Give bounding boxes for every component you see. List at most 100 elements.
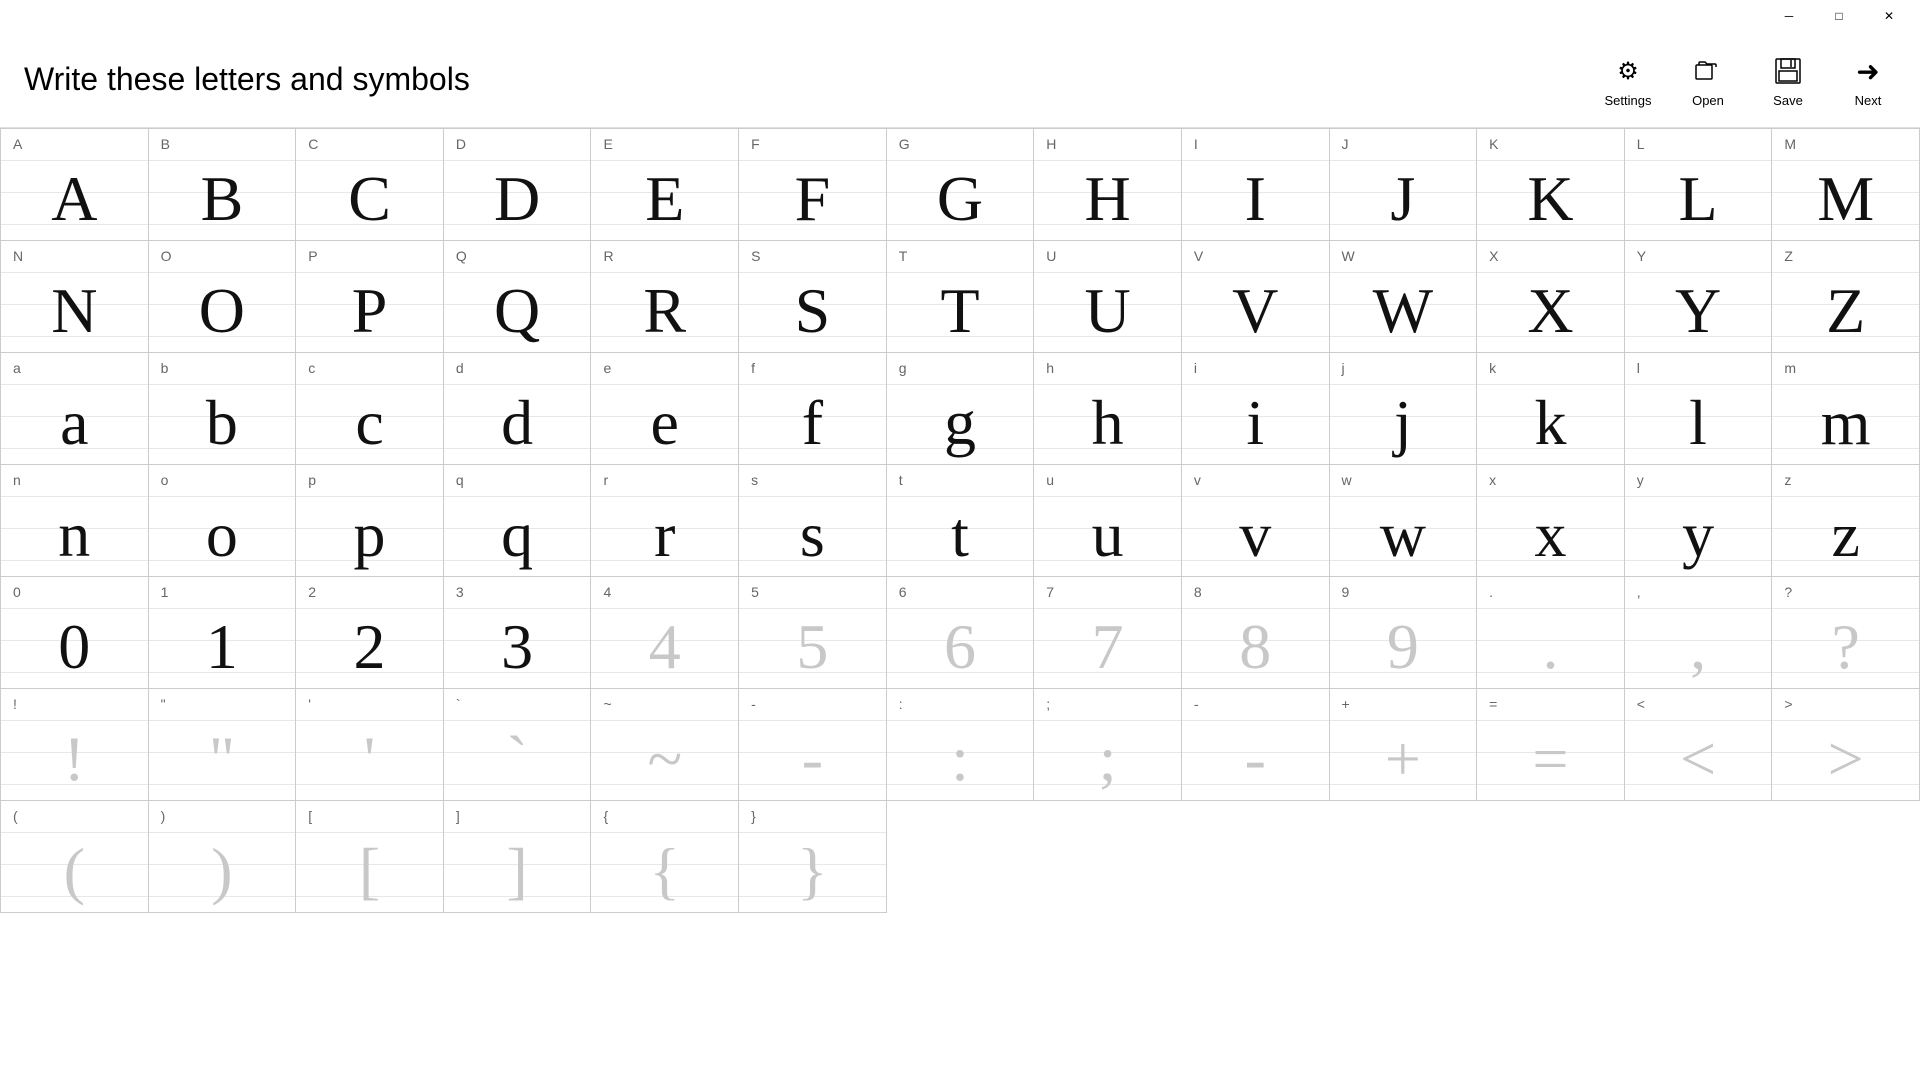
letter-cell[interactable]: uu (1034, 465, 1182, 577)
letter-cell[interactable]: ff (739, 353, 887, 465)
letter-cell[interactable]: qq (444, 465, 592, 577)
letter-cell[interactable]: CC (296, 129, 444, 241)
letter-cell[interactable]: QQ (444, 241, 592, 353)
letter-cell[interactable]: -- (1182, 689, 1330, 801)
cell-character: C (296, 147, 443, 240)
letter-cell[interactable]: 55 (739, 577, 887, 689)
letter-cell[interactable]: RR (591, 241, 739, 353)
letter-cell[interactable]: nn (1, 465, 149, 577)
letter-cell[interactable]: VV (1182, 241, 1330, 353)
letter-cell[interactable]: II (1182, 129, 1330, 241)
open-icon (1688, 51, 1728, 91)
letter-cell[interactable]: '' (296, 689, 444, 801)
letter-cell[interactable]: pp (296, 465, 444, 577)
letter-cell[interactable]: LL (1625, 129, 1773, 241)
letter-cell[interactable]: .. (1477, 577, 1625, 689)
letter-cell[interactable]: DD (444, 129, 592, 241)
letter-cell[interactable]: GG (887, 129, 1035, 241)
letter-cell[interactable]: MM (1772, 129, 1920, 241)
letter-cell[interactable]: -- (739, 689, 887, 801)
letter-cell[interactable]: EE (591, 129, 739, 241)
letter-cell[interactable]: hh (1034, 353, 1182, 465)
letter-cell[interactable]: ~~ (591, 689, 739, 801)
letter-cell[interactable]: ]] (444, 801, 592, 913)
letter-cell[interactable]: OO (149, 241, 297, 353)
letter-cell[interactable]: tt (887, 465, 1035, 577)
letter-cell[interactable]: xx (1477, 465, 1625, 577)
letter-cell[interactable]: JJ (1330, 129, 1478, 241)
letter-cell[interactable]: bb (149, 353, 297, 465)
letter-cell[interactable]: TT (887, 241, 1035, 353)
letter-cell[interactable]: BB (149, 129, 297, 241)
letter-cell[interactable]: AA (1, 129, 149, 241)
letter-cell[interactable]: WW (1330, 241, 1478, 353)
letter-cell[interactable]: FF (739, 129, 887, 241)
cell-character: ~ (591, 707, 738, 800)
settings-button[interactable]: ⚙ Settings (1600, 51, 1656, 108)
letter-cell[interactable]: "" (149, 689, 297, 801)
letter-cell[interactable]: 33 (444, 577, 592, 689)
letter-cell[interactable]: PP (296, 241, 444, 353)
letter-cell[interactable]: yy (1625, 465, 1773, 577)
letter-cell[interactable]: KK (1477, 129, 1625, 241)
letter-cell[interactable]: !! (1, 689, 149, 801)
letter-cell[interactable]: ,, (1625, 577, 1773, 689)
letter-cell[interactable]: rr (591, 465, 739, 577)
letter-cell[interactable]: 00 (1, 577, 149, 689)
open-button[interactable]: Open (1680, 51, 1736, 108)
letter-cell[interactable]: oo (149, 465, 297, 577)
letter-cell[interactable]: 66 (887, 577, 1035, 689)
letter-cell[interactable]: 44 (591, 577, 739, 689)
letter-cell[interactable]: {{ (591, 801, 739, 913)
letter-cell[interactable]: UU (1034, 241, 1182, 353)
letter-cell[interactable]: 22 (296, 577, 444, 689)
next-button[interactable]: ➜ Next (1840, 51, 1896, 108)
letter-cell[interactable]: mm (1772, 353, 1920, 465)
letter-cell[interactable]: YY (1625, 241, 1773, 353)
cell-character: ` (444, 707, 591, 800)
letter-cell[interactable]: ll (1625, 353, 1773, 465)
letter-cell[interactable]: `` (444, 689, 592, 801)
close-button[interactable]: ✕ (1866, 0, 1912, 32)
letter-cell[interactable]: vv (1182, 465, 1330, 577)
letter-cell[interactable]: 77 (1034, 577, 1182, 689)
letter-cell[interactable]: jj (1330, 353, 1478, 465)
cell-character: v (1182, 483, 1329, 576)
minimize-button[interactable]: ─ (1766, 0, 1812, 32)
letter-cell[interactable]: SS (739, 241, 887, 353)
letter-cell[interactable]: :: (887, 689, 1035, 801)
letter-cell[interactable]: 88 (1182, 577, 1330, 689)
letter-cell[interactable]: XX (1477, 241, 1625, 353)
letter-cell[interactable]: gg (887, 353, 1035, 465)
letter-cell[interactable]: ww (1330, 465, 1478, 577)
letter-cell[interactable]: dd (444, 353, 592, 465)
letter-cell[interactable]: ++ (1330, 689, 1478, 801)
letter-cell[interactable]: 99 (1330, 577, 1478, 689)
letter-cell[interactable]: ii (1182, 353, 1330, 465)
letter-cell[interactable]: zz (1772, 465, 1920, 577)
letter-cell[interactable]: == (1477, 689, 1625, 801)
cell-character: s (739, 483, 886, 576)
letter-cell[interactable]: << (1625, 689, 1773, 801)
letter-cell[interactable]: ZZ (1772, 241, 1920, 353)
letter-cell[interactable]: kk (1477, 353, 1625, 465)
letter-cell[interactable]: [[ (296, 801, 444, 913)
letter-cell[interactable]: HH (1034, 129, 1182, 241)
letter-cell[interactable]: }} (739, 801, 887, 913)
cell-character: 1 (149, 595, 296, 688)
letter-cell[interactable]: (( (1, 801, 149, 913)
letter-cell[interactable]: ss (739, 465, 887, 577)
letter-cell[interactable]: ee (591, 353, 739, 465)
cell-character: R (591, 259, 738, 352)
letter-cell[interactable]: NN (1, 241, 149, 353)
settings-icon: ⚙ (1608, 51, 1648, 91)
maximize-button[interactable]: □ (1816, 0, 1862, 32)
letter-cell[interactable]: )) (149, 801, 297, 913)
letter-cell[interactable]: aa (1, 353, 149, 465)
letter-cell[interactable]: cc (296, 353, 444, 465)
letter-cell[interactable]: ?? (1772, 577, 1920, 689)
letter-cell[interactable]: 11 (149, 577, 297, 689)
save-button[interactable]: Save (1760, 51, 1816, 108)
letter-cell[interactable]: >> (1772, 689, 1920, 801)
letter-cell[interactable]: ;; (1034, 689, 1182, 801)
